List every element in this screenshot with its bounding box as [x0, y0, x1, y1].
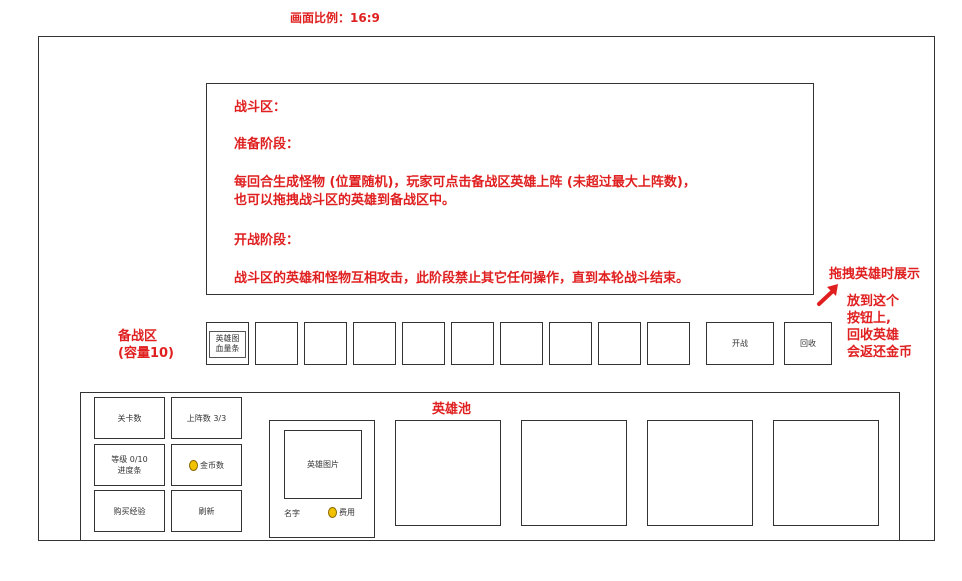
prep-heading: 准备阶段：: [234, 137, 300, 152]
coin-icon: [189, 459, 198, 471]
recycle-button[interactable]: 回收: [784, 322, 832, 365]
bench-slot[interactable]: [304, 322, 347, 365]
health-bar-label: 血量条: [215, 343, 240, 353]
coins-label: 金币数: [200, 460, 224, 470]
bench-slot-hero-label: 英雄图 血量条: [216, 334, 240, 354]
start-battle-button[interactable]: 开战: [706, 322, 774, 365]
level-value: 等级 0/10: [111, 455, 148, 464]
battle-area[interactable]: 战斗区： 准备阶段： 每回合生成怪物 (位置随机)，玩家可点击备战区英雄上阵 (…: [206, 83, 814, 295]
bench-label-line1: 备战区: [118, 329, 158, 344]
deploy-count-box: 上阵数 3/3: [171, 397, 242, 439]
bench-slot[interactable]: [255, 322, 298, 365]
level-count-box: 关卡数: [94, 397, 165, 439]
fight-desc: 战斗区的英雄和怪物互相攻击，此阶段禁止其它任何操作，直到本轮战斗结束。: [234, 271, 690, 286]
bench-slot[interactable]: [549, 322, 592, 365]
hero-name: 名字: [284, 509, 300, 518]
bench-slot[interactable]: [647, 322, 690, 365]
bench-slot[interactable]: [451, 322, 494, 365]
prep-desc-line1: 每回合生成怪物 (位置随机)，玩家可点击备战区英雄上阵 (未超过最大上阵数)，: [234, 175, 696, 190]
bench-slot[interactable]: [402, 322, 445, 365]
bench-slot[interactable]: [598, 322, 641, 365]
hero-card-slot[interactable]: [647, 420, 753, 526]
drag-note-line2: 按钮上,: [847, 311, 891, 326]
hero-pool-title: 英雄池: [432, 402, 472, 417]
level-progress-box: 等级 0/10 进度条: [94, 444, 165, 486]
bench-label: 备战区 (容量10): [118, 328, 174, 362]
progress-bar-label: 进度条: [117, 466, 142, 475]
bench-slot[interactable]: [500, 322, 543, 365]
bench-slot[interactable]: [353, 322, 396, 365]
refresh-button[interactable]: 刷新: [171, 490, 242, 532]
hero-card-slot[interactable]: [773, 420, 879, 526]
hero-card-slot[interactable]: [395, 420, 501, 526]
hero-card-slot[interactable]: [521, 420, 627, 526]
hero-image: 英雄图片: [284, 430, 362, 499]
fight-heading: 开战阶段：: [234, 233, 300, 248]
buy-exp-button[interactable]: 购买经验: [94, 490, 165, 532]
drag-note-desc: 放到这个 按钮上, 回收英雄 会返还金币: [847, 293, 912, 361]
bench-slot-hero[interactable]: 英雄图 血量条: [206, 322, 249, 365]
hero-cost: 费用: [328, 507, 355, 518]
hero-image-label: 英雄图: [215, 333, 240, 343]
prep-desc-line2: 也可以拖拽战斗区的英雄到备战区中。: [234, 193, 456, 208]
hero-cost-label: 费用: [339, 508, 355, 517]
arrow-up-right-icon: [817, 284, 838, 306]
drag-note-title: 拖拽英雄时展示: [829, 267, 921, 282]
coins-box: 金币数: [171, 444, 242, 486]
bench-label-line2: (容量10): [118, 346, 174, 361]
coin-icon: [328, 507, 337, 518]
drag-note-line1: 放到这个: [847, 294, 900, 309]
battle-area-title: 战斗区：: [234, 100, 287, 115]
aspect-ratio-note: 画面比例：16:9: [290, 11, 380, 25]
drag-note-line3: 回收英雄: [847, 328, 900, 343]
hero-card[interactable]: 英雄图片 名字 费用: [269, 420, 375, 538]
drag-note-line4: 会返还金币: [847, 345, 913, 360]
